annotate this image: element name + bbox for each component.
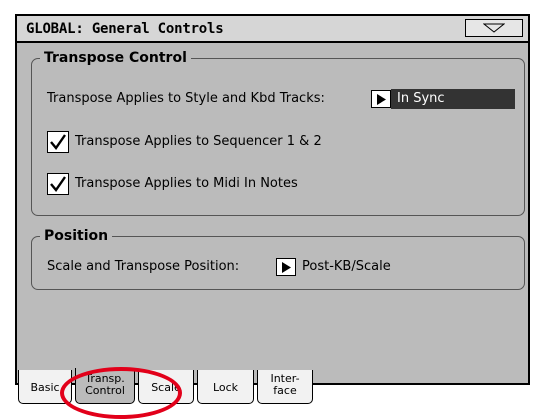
position-label: Position — [40, 227, 113, 245]
style-kbd-selector-button[interactable] — [371, 90, 391, 108]
sequencer-label: Transpose Applies to Sequencer 1 & 2 — [75, 134, 322, 149]
transpose-control-label: Transpose Control — [40, 49, 191, 67]
style-kbd-label: Transpose Applies to Style and Kbd Track… — [47, 91, 325, 106]
page-menu-button[interactable] — [465, 19, 523, 37]
tab-interface-label-2: face — [273, 384, 297, 397]
midi-in-label: Transpose Applies to Midi In Notes — [75, 176, 298, 191]
triangle-right-icon — [282, 262, 291, 273]
tab-lock[interactable]: Lock — [197, 370, 254, 404]
sequencer-checkbox[interactable] — [47, 131, 69, 153]
tab-lock-label: Lock — [212, 381, 239, 394]
checkmark-icon — [50, 134, 66, 150]
checkmark-icon — [50, 176, 66, 192]
triangle-right-icon — [377, 94, 386, 105]
style-kbd-value[interactable]: In Sync — [391, 89, 515, 109]
highlight-circle — [60, 367, 182, 419]
midi-in-checkbox[interactable] — [47, 173, 69, 195]
window-frame: GLOBAL: General Controls Transpose Contr… — [15, 14, 530, 385]
transpose-control-panel: Transpose Control Transpose Applies to S… — [31, 49, 525, 216]
tab-interface[interactable]: Inter- face — [257, 370, 313, 404]
triangle-down-icon — [483, 23, 505, 33]
scale-position-value[interactable]: Post-KB/Scale — [302, 259, 391, 274]
position-panel: Position Scale and Transpose Position: P… — [31, 227, 525, 290]
scale-position-selector-button[interactable] — [276, 258, 296, 276]
page-title: GLOBAL: General Controls — [26, 21, 224, 37]
global-screen: GLOBAL: General Controls Transpose Contr… — [0, 0, 533, 419]
scale-position-label: Scale and Transpose Position: — [47, 259, 240, 274]
title-bar: GLOBAL: General Controls — [17, 16, 528, 43]
